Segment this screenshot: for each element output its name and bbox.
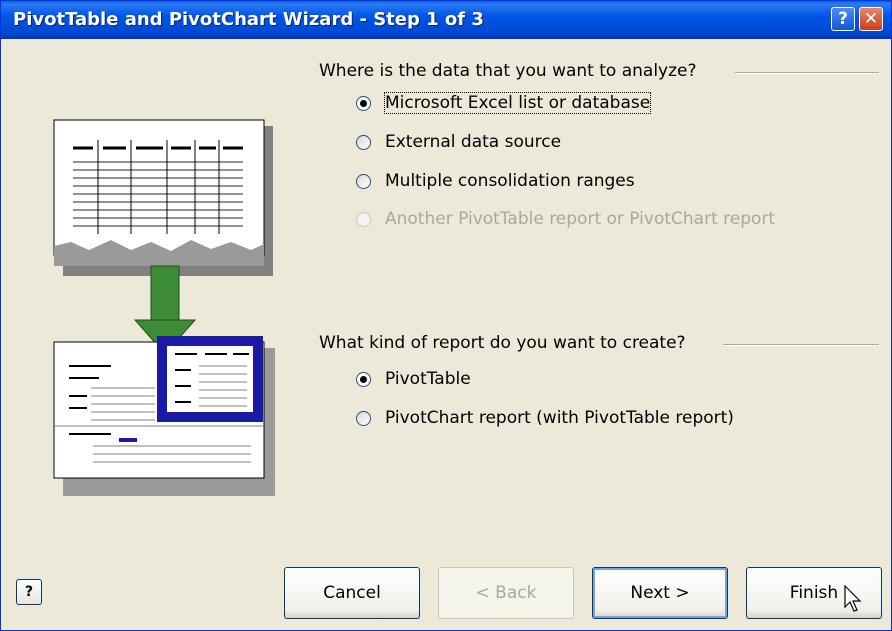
mouse-cursor-icon — [844, 585, 862, 612]
option-label: External data source — [385, 132, 562, 152]
section-divider — [735, 72, 879, 74]
data-source-question: Where is the data that you want to analy… — [319, 61, 697, 81]
option-label: Another PivotTable report or PivotChart … — [385, 209, 776, 229]
option-excel-list[interactable]: Microsoft Excel list or database — [356, 91, 652, 115]
window-title: PivotTable and PivotChart Wizard - Step … — [13, 9, 484, 30]
data-sheet-icon — [53, 119, 265, 256]
option-another-pivot: Another PivotTable report or PivotChart … — [356, 207, 775, 231]
cancel-button[interactable]: Cancel — [284, 567, 420, 619]
report-kind-question: What kind of report do you want to creat… — [319, 333, 686, 353]
selected-cell — [119, 438, 137, 442]
back-button: < Back — [438, 567, 574, 619]
radio-pivotchart[interactable] — [356, 410, 371, 426]
radio-consolidation-ranges[interactable] — [356, 173, 371, 189]
option-label: Microsoft Excel list or database — [383, 92, 652, 114]
radio-excel-list[interactable] — [356, 95, 371, 111]
title-bar[interactable]: PivotTable and PivotChart Wizard - Step … — [1, 1, 891, 39]
radio-pivottable[interactable] — [356, 371, 371, 387]
title-close-button[interactable]: ✕ — [859, 7, 883, 31]
option-label: PivotChart report (with PivotTable repor… — [385, 408, 734, 428]
next-button[interactable]: Next > — [592, 567, 728, 619]
option-external-source[interactable]: External data source — [356, 130, 561, 154]
option-label: Multiple consolidation ranges — [385, 171, 635, 191]
radio-another-pivot — [356, 211, 371, 227]
section-divider — [723, 344, 879, 346]
arrow-shaft — [150, 265, 180, 322]
title-help-button[interactable]: ? — [831, 7, 855, 31]
option-consolidation-ranges[interactable]: Multiple consolidation ranges — [356, 169, 635, 193]
option-label: PivotTable — [385, 369, 471, 389]
option-pivottable[interactable]: PivotTable — [356, 367, 471, 391]
option-pivotchart[interactable]: PivotChart report (with PivotTable repor… — [356, 406, 734, 430]
wizard-dialog: PivotTable and PivotChart Wizard - Step … — [0, 0, 892, 631]
help-button[interactable]: ? — [16, 579, 42, 605]
radio-external-source[interactable] — [356, 134, 371, 150]
wizard-illustration — [53, 119, 275, 496]
